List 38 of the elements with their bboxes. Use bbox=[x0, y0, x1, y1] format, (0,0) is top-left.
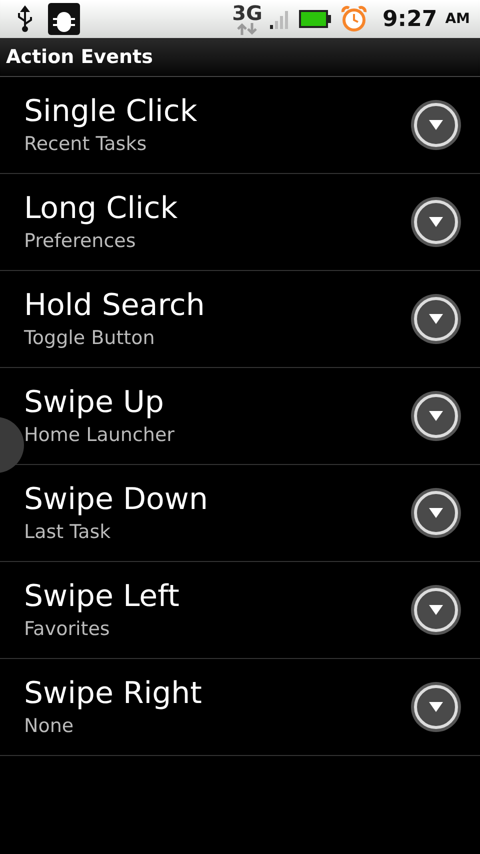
caret-icon bbox=[428, 604, 444, 616]
event-title: Swipe Right bbox=[24, 675, 203, 713]
network-type: 3G bbox=[232, 3, 262, 23]
caret-icon bbox=[428, 216, 444, 228]
event-action: Home Launcher bbox=[24, 423, 176, 448]
caret-icon bbox=[428, 410, 444, 422]
event-action: Favorites bbox=[24, 617, 111, 642]
signal-icon bbox=[270, 9, 290, 29]
event-action: None bbox=[24, 714, 75, 739]
event-title: Hold Search bbox=[24, 287, 206, 325]
clock-meridiem: AM bbox=[445, 11, 470, 27]
dropdown-button[interactable] bbox=[414, 491, 458, 535]
usb-icon bbox=[16, 5, 34, 33]
event-action: Preferences bbox=[24, 229, 137, 254]
dropdown-button[interactable] bbox=[414, 103, 458, 147]
event-title: Swipe Up bbox=[24, 384, 165, 422]
battery-icon bbox=[298, 9, 332, 29]
dropdown-button[interactable] bbox=[414, 685, 458, 729]
dropdown-button[interactable] bbox=[414, 588, 458, 632]
dropdown-button[interactable] bbox=[414, 200, 458, 244]
alarm-clock-icon bbox=[340, 5, 368, 33]
event-title: Long Click bbox=[24, 190, 179, 228]
event-action: Recent Tasks bbox=[24, 132, 148, 157]
caret-icon bbox=[428, 313, 444, 325]
dropdown-button[interactable] bbox=[414, 297, 458, 341]
screen-title: Action Events bbox=[6, 46, 153, 68]
caret-icon bbox=[428, 507, 444, 519]
bug-icon bbox=[48, 3, 80, 35]
event-action: Last Task bbox=[24, 520, 112, 545]
data-arrows-icon bbox=[236, 23, 258, 35]
event-title: Swipe Down bbox=[24, 481, 209, 519]
event-action: Toggle Button bbox=[24, 326, 156, 351]
caret-icon bbox=[428, 119, 444, 131]
dropdown-button[interactable] bbox=[414, 394, 458, 438]
event-title: Single Click bbox=[24, 93, 198, 131]
caret-icon bbox=[428, 701, 444, 713]
clock-time: 9:27 bbox=[382, 6, 438, 32]
event-title: Swipe Left bbox=[24, 578, 180, 616]
